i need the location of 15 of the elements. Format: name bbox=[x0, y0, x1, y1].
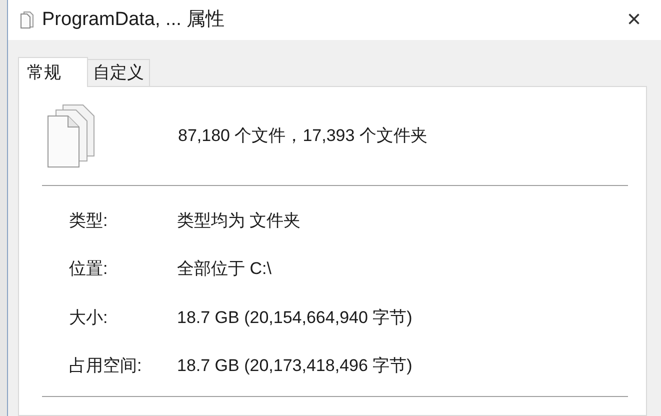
item-count: 87,180 个文件，17,393 个文件夹 bbox=[178, 125, 428, 148]
property-value: 类型均为 文件夹 bbox=[177, 210, 301, 232]
property-label: 占用空间: bbox=[68, 355, 143, 377]
close-button[interactable]: × bbox=[620, 8, 647, 32]
property-label: 位置: bbox=[68, 258, 109, 280]
property-value: 18.7 GB (20,154,664,940 字节) bbox=[177, 306, 412, 328]
property-label: 大小: bbox=[68, 306, 109, 328]
tab[interactable]: 自定义 bbox=[88, 59, 150, 86]
window-title: ProgramData, ... 属性 bbox=[42, 8, 225, 32]
document-stack-icon bbox=[47, 104, 95, 168]
property-value: 全部位于 C:\ bbox=[177, 258, 272, 280]
document-stack-icon bbox=[20, 11, 34, 29]
property-value: 18.7 GB (20,173,418,496 字节) bbox=[177, 355, 412, 377]
property-label: 类型: bbox=[68, 210, 109, 232]
tab[interactable]: 常规 bbox=[18, 57, 88, 87]
